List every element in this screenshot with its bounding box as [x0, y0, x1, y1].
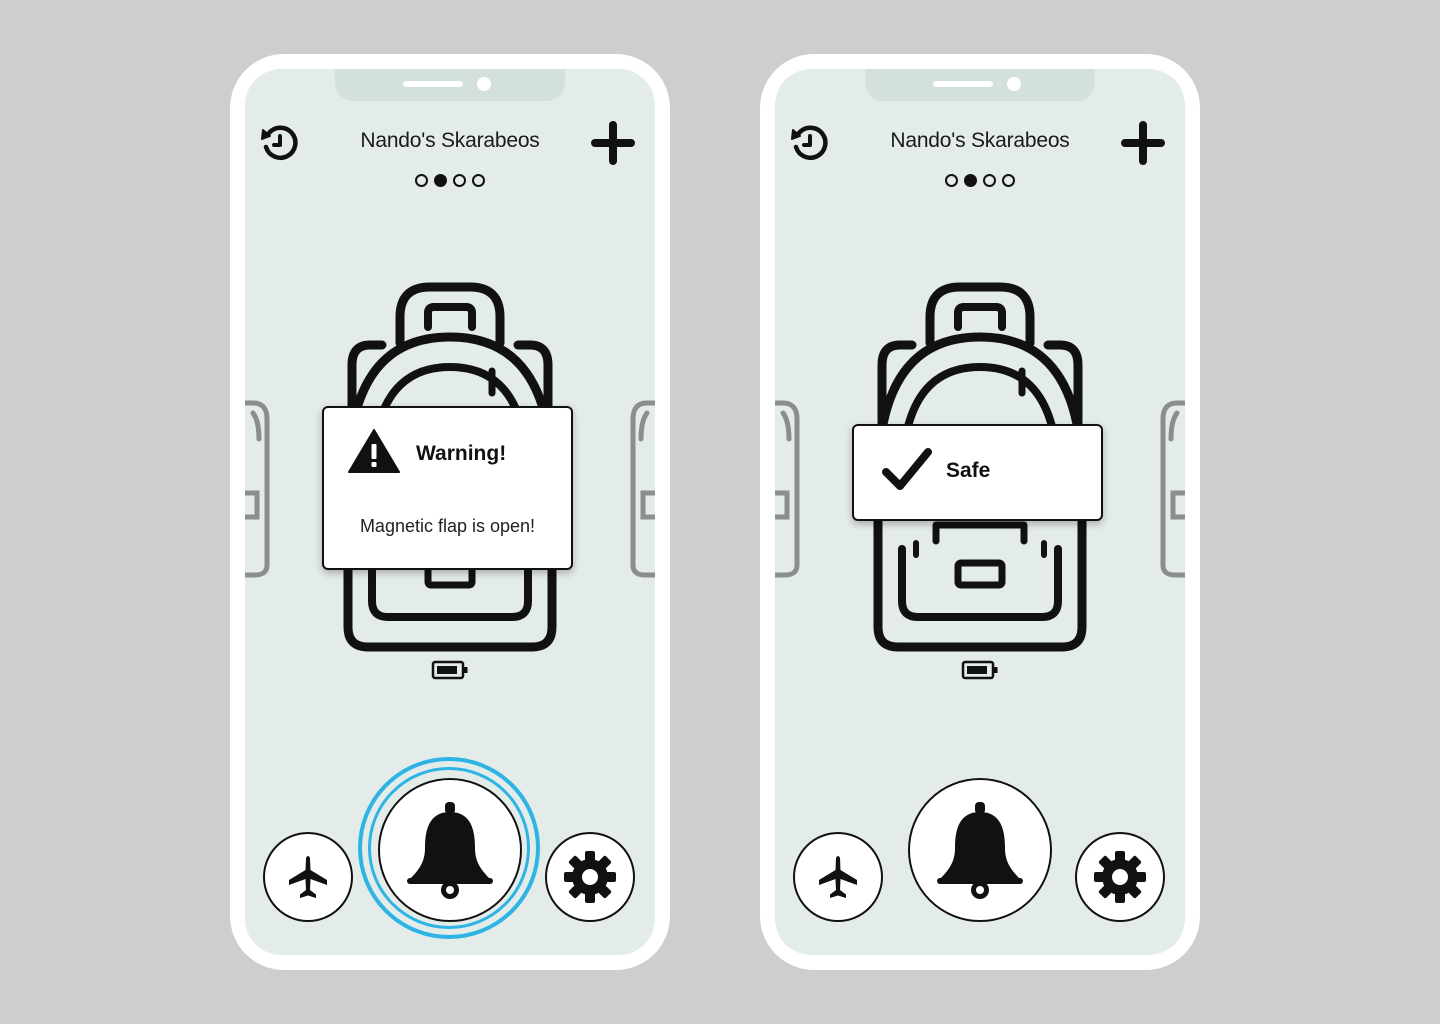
page-dot-active[interactable]: [964, 174, 977, 187]
settings-button[interactable]: [1075, 832, 1165, 922]
page-dot-active[interactable]: [434, 174, 447, 187]
warning-message: Magnetic flap is open!: [359, 516, 536, 536]
page-dot[interactable]: [1002, 174, 1015, 187]
gear-icon: [1092, 849, 1148, 905]
battery-icon: [961, 659, 999, 681]
next-backpack-icon[interactable]: [1155, 399, 1185, 579]
phone-warning: Nando's Skarabeos Warning! Magnetic flap…: [230, 54, 670, 970]
plus-icon[interactable]: [1121, 121, 1165, 165]
page-dot[interactable]: [472, 174, 485, 187]
prev-backpack-icon[interactable]: [245, 399, 275, 579]
front-camera: [477, 77, 491, 91]
settings-button[interactable]: [545, 832, 635, 922]
airplane-icon: [813, 852, 863, 902]
app-screen-safe: Nando's Skarabeos Safe: [775, 69, 1185, 955]
warning-triangle-icon: [348, 428, 400, 474]
page-dot[interactable]: [945, 174, 958, 187]
flight-mode-button[interactable]: [263, 832, 353, 922]
history-icon[interactable]: [259, 123, 299, 163]
battery-icon: [431, 659, 469, 681]
app-screen-warning: Nando's Skarabeos Warning! Magnetic flap…: [245, 69, 655, 955]
page-indicator: [775, 174, 1185, 187]
front-camera: [1007, 77, 1021, 91]
warning-title: Warning!: [416, 442, 507, 465]
safe-card: Safe: [852, 424, 1103, 521]
plus-icon[interactable]: [591, 121, 635, 165]
prev-backpack-icon[interactable]: [775, 399, 805, 579]
airplane-icon: [283, 852, 333, 902]
speaker-grille: [403, 81, 463, 87]
alarm-button[interactable]: [378, 778, 522, 922]
phone-notch: [335, 69, 565, 101]
phone-safe: Nando's Skarabeos Safe: [760, 54, 1200, 970]
page-dot[interactable]: [983, 174, 996, 187]
device-title: Nando's Skarabeos: [890, 129, 1070, 152]
checkmark-icon: [880, 446, 934, 494]
phone-notch: [865, 69, 1095, 101]
safe-title: Safe: [946, 459, 991, 482]
gear-icon: [562, 849, 618, 905]
bell-icon: [405, 800, 495, 900]
device-title: Nando's Skarabeos: [360, 129, 540, 152]
alarm-button[interactable]: [908, 778, 1052, 922]
page-dot[interactable]: [415, 174, 428, 187]
warning-card: Warning! Magnetic flap is open!: [322, 406, 573, 570]
next-backpack-icon[interactable]: [625, 399, 655, 579]
bell-icon: [935, 800, 1025, 900]
speaker-grille: [933, 81, 993, 87]
flight-mode-button[interactable]: [793, 832, 883, 922]
page-dot[interactable]: [453, 174, 466, 187]
page-indicator: [245, 174, 655, 187]
history-icon[interactable]: [789, 123, 829, 163]
